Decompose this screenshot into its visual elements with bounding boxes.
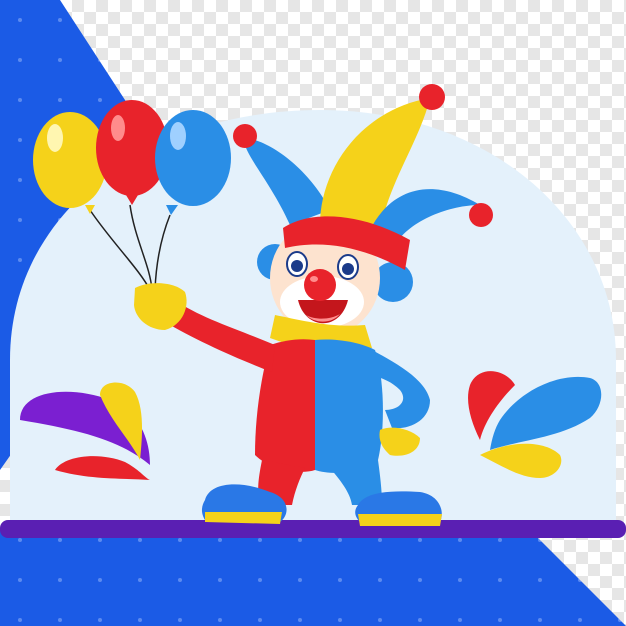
clown-hat-bell-left [233,124,257,148]
illustration-canvas [0,0,626,626]
clown-hat-bell-top [419,84,445,110]
blue-band-bottom-dots [0,530,626,626]
clown-nose [304,269,336,301]
clown-hat-bell-right [469,203,493,227]
floor-bar [0,520,626,538]
